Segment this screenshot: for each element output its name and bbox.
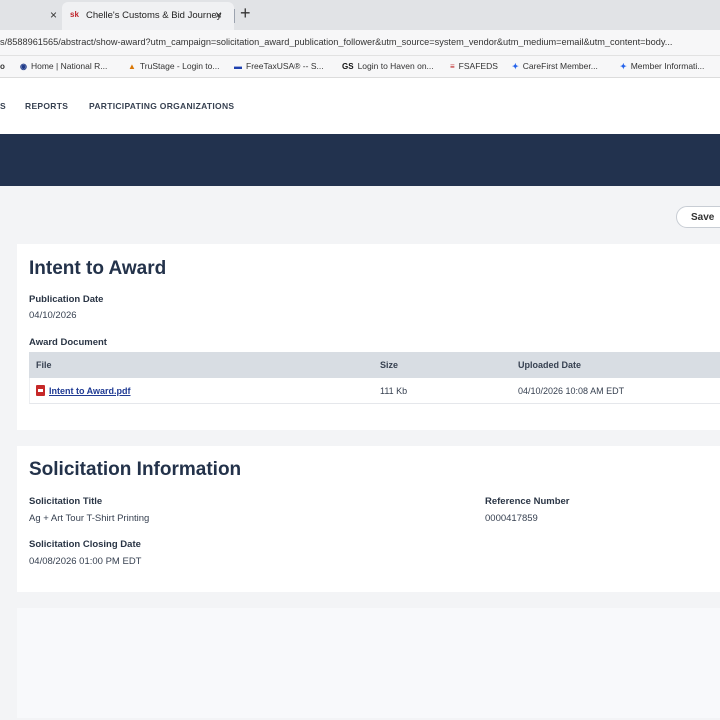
reference-number-value: 0000417859 xyxy=(485,513,538,524)
solicitation-title-label: Solicitation Title xyxy=(29,496,103,507)
browser-tab-strip: × sk Chelle's Customs & Bid Journey × + xyxy=(0,0,720,30)
bookmark-item[interactable]: o xyxy=(0,61,9,71)
file-uploaded-date: 04/10/2026 10:08 AM EDT xyxy=(518,386,625,396)
award-document-label: Award Document xyxy=(29,337,107,348)
bookmark-item[interactable]: GS Login to Haven on... xyxy=(342,61,434,71)
bookmark-item[interactable]: ✦ CareFirst Member... xyxy=(512,61,598,71)
bookmark-label: FreeTaxUSA® -- S... xyxy=(246,61,324,71)
close-tab-icon[interactable]: × xyxy=(50,8,57,22)
close-tab-icon[interactable]: × xyxy=(215,8,222,22)
closing-date-value: 04/08/2026 01:00 PM EDT xyxy=(29,556,142,567)
award-title: Intent to Award xyxy=(29,258,167,279)
solicitation-title-value: Ag + Art Tour T-Shirt Printing xyxy=(29,513,150,524)
bookmark-item[interactable]: ◉ Home | National R... xyxy=(20,61,107,71)
tab-title: Chelle's Customs & Bid Journey xyxy=(86,10,222,21)
site-nav: S REPORTS PARTICIPATING ORGANIZATIONS xyxy=(0,78,720,134)
table-row: Intent to Award.pdf 111 Kb 04/10/2026 10… xyxy=(29,378,720,404)
bookmark-label: Home | National R... xyxy=(30,61,108,71)
site-favicon-icon: sk xyxy=(70,10,79,19)
solicitation-title-heading: Solicitation Information xyxy=(29,459,242,480)
publication-date-value: 04/10/2026 xyxy=(29,310,77,321)
carefirst-icon: ✦ xyxy=(512,62,519,71)
gs-icon: GS xyxy=(342,62,354,71)
url-text[interactable]: s/8588961565/abstract/show-award?utm_cam… xyxy=(0,37,720,47)
bookmark-item[interactable]: ✦ Member Informati... xyxy=(620,61,704,71)
globe-icon: ◉ xyxy=(20,62,27,71)
file-link[interactable]: Intent to Award.pdf xyxy=(49,386,131,396)
bookmark-label: Login to Haven on... xyxy=(357,61,434,71)
address-bar[interactable]: s/8588961565/abstract/show-award?utm_cam… xyxy=(0,30,720,56)
bookmarks-bar: o ◉ Home | National R... ▲ TruStage - Logi… xyxy=(0,56,720,78)
bookmark-label: FSAFEDS xyxy=(458,61,498,71)
page-banner xyxy=(0,134,720,186)
carefirst-icon: ✦ xyxy=(620,62,627,71)
column-header-size: Size xyxy=(380,360,399,370)
solicitation-card: Solicitation Information Solicitation Ti… xyxy=(17,446,720,592)
reference-number-label: Reference Number xyxy=(485,496,570,507)
bookmark-item[interactable]: ≡ FSAFEDS xyxy=(450,61,498,71)
nav-item-reports[interactable]: REPORTS xyxy=(25,101,68,111)
bookmark-label: Member Informati... xyxy=(630,61,705,71)
save-button[interactable]: Save xyxy=(676,206,720,228)
nav-item-partial[interactable]: S xyxy=(0,101,6,111)
pdf-icon xyxy=(36,385,45,396)
trustage-icon: ▲ xyxy=(128,62,136,71)
column-header-uploaded-date: Uploaded Date xyxy=(518,360,582,370)
bookmark-icon: o xyxy=(0,62,5,71)
nav-item-participating-organizations[interactable]: PARTICIPATING ORGANIZATIONS xyxy=(89,101,234,111)
tab-active[interactable]: sk Chelle's Customs & Bid Journey × xyxy=(62,2,234,30)
bookmark-item[interactable]: ▲ TruStage - Login to... xyxy=(128,61,219,71)
lower-card xyxy=(17,608,720,718)
documents-table-header: File Size Uploaded Date xyxy=(29,352,720,378)
tab-separator xyxy=(234,9,235,23)
publication-date-label: Publication Date xyxy=(29,294,104,305)
bookmark-label: CareFirst Member... xyxy=(522,61,598,71)
column-header-file: File xyxy=(36,360,52,370)
closing-date-label: Solicitation Closing Date xyxy=(29,539,141,550)
flag-icon: ▬ xyxy=(234,62,242,71)
fsafeds-icon: ≡ xyxy=(450,62,455,71)
new-tab-button[interactable]: + xyxy=(240,3,251,24)
bookmark-item[interactable]: ▬ FreeTaxUSA® -- S... xyxy=(234,61,324,71)
award-card: Intent to Award Publication Date 04/10/2… xyxy=(17,244,720,430)
file-size: 111 Kb xyxy=(380,386,408,396)
bookmark-label: TruStage - Login to... xyxy=(139,61,220,71)
